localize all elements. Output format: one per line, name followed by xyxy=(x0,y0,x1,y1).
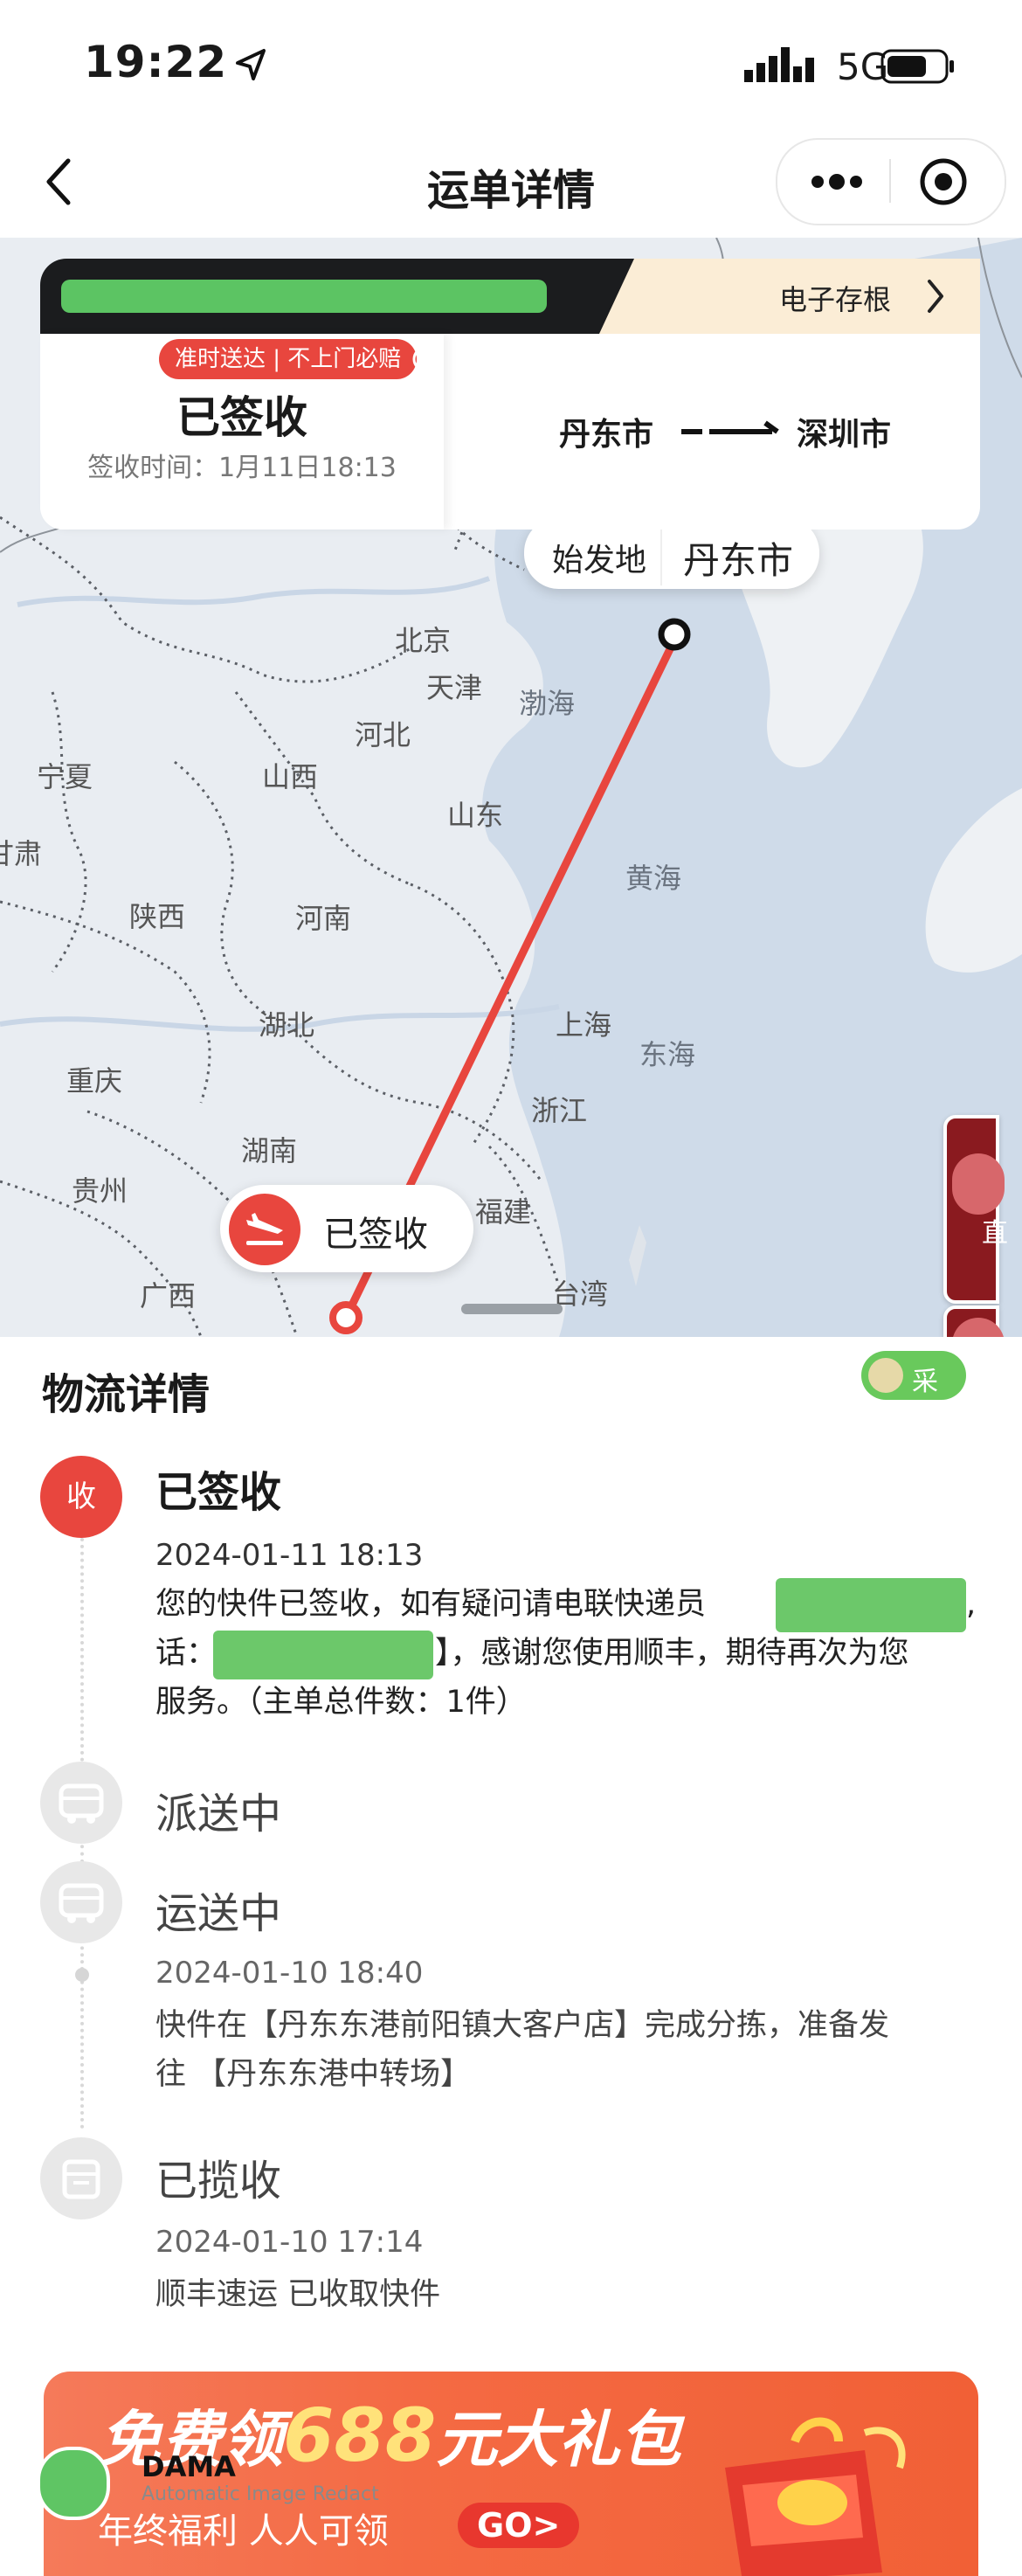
step-desc: 往 【丹东东港中转场】 xyxy=(155,2057,472,2092)
map-label: 黄海 xyxy=(625,862,682,895)
apple-icon xyxy=(952,1153,1005,1215)
step-title: 已签收 xyxy=(155,1468,282,1517)
delivery-status: 已签收 xyxy=(176,392,307,443)
more-dots-icon[interactable] xyxy=(809,166,865,197)
origin-label: 始发地 xyxy=(552,543,647,578)
step-title: 派送中 xyxy=(155,1790,282,1839)
map-label: 渤海 xyxy=(519,687,576,720)
promo-pill-text: 采 xyxy=(912,1367,938,1397)
banner-amount: 688 xyxy=(283,2392,437,2478)
banner-suffix: 元大礼包 xyxy=(436,2404,681,2476)
package-icon xyxy=(62,2159,100,2199)
map-label: 湖北 xyxy=(259,1008,315,1042)
step-desc: 快件在【丹东东港前阳镇大客户店】完成分拣，准备发 xyxy=(155,2008,890,2043)
redacted-phone xyxy=(213,1631,433,1679)
step-desc-punct: , xyxy=(966,1587,977,1622)
step-node-signed: 收 xyxy=(40,1456,122,1538)
map-label: 天津 xyxy=(426,671,483,704)
step-title: 已揽收 xyxy=(155,2157,282,2206)
truck-icon xyxy=(59,1783,104,1824)
side-ad-thumb[interactable]: 直 xyxy=(943,1115,1008,1304)
map-label: 河南 xyxy=(295,902,352,935)
truck-icon xyxy=(59,1883,104,1923)
map-label: 山东 xyxy=(447,799,504,832)
map-label: 湖南 xyxy=(241,1134,298,1167)
gift-box-icon xyxy=(725,2417,906,2576)
plane-landing-icon xyxy=(229,1194,300,1265)
step-title: 运送中 xyxy=(155,1889,282,1938)
to-city: 深圳市 xyxy=(797,417,892,453)
map-label: 河北 xyxy=(355,718,411,751)
timeline-dot xyxy=(75,1968,89,1982)
map-label: 山西 xyxy=(262,760,319,793)
step-desc: 话： xyxy=(155,1636,218,1671)
chevron-right-icon[interactable] xyxy=(922,273,949,320)
step-time: 2024-01-11 18:13 xyxy=(155,1538,424,1573)
map-label: 宁夏 xyxy=(37,760,93,793)
map-label: 东海 xyxy=(639,1038,696,1071)
logistics-title: 物流详情 xyxy=(42,1370,211,1419)
timeline-connector xyxy=(80,1919,84,2129)
map-label: 贵州 xyxy=(72,1174,128,1208)
step-desc: 顺丰速运 已收取快件 xyxy=(155,2277,441,2312)
banner-subtitle: 年终福利 人人可领 xyxy=(98,2511,389,2552)
step-time: 2024-01-10 17:14 xyxy=(155,2225,424,2260)
capsule-divider xyxy=(889,159,891,203)
step-node-delivering xyxy=(40,1762,122,1844)
progress-bar xyxy=(61,280,547,313)
from-city: 丹东市 xyxy=(559,417,654,453)
map-label: 甘肃 xyxy=(0,837,43,870)
map-label: 福建 xyxy=(475,1195,532,1229)
promo-pill[interactable]: 采 xyxy=(861,1351,966,1400)
dama-label: DAMA xyxy=(142,2450,236,2483)
banner-go-button[interactable]: GO> xyxy=(458,2503,580,2548)
map-label: 北京 xyxy=(395,624,452,657)
step-desc: 服务。（主单总件数：1件） xyxy=(155,1685,527,1720)
map-label: 重庆 xyxy=(66,1064,123,1098)
drag-handle[interactable] xyxy=(461,1304,563,1314)
route-arrow-icon xyxy=(681,420,779,434)
step-desc: 】，感谢您使用顺丰，期待再次为您 xyxy=(435,1636,909,1671)
map-label: 上海 xyxy=(556,1008,612,1042)
map-label: 浙江 xyxy=(531,1094,588,1127)
step-node-in-transit xyxy=(40,1861,122,1943)
origin-bubble-divider xyxy=(660,521,662,585)
step-desc: 您的快件已签收，如有疑问请电联快递员 xyxy=(155,1587,707,1622)
miniapp-capsule xyxy=(776,138,1006,225)
watermark-text: Automatic Image Redact xyxy=(142,2483,379,2505)
info-icon[interactable] xyxy=(411,344,440,374)
archive-label[interactable]: 电子存根 xyxy=(779,278,891,318)
map-label: 广西 xyxy=(140,1279,197,1312)
sign-time: 签收时间：1月11日18:13 xyxy=(87,453,397,483)
step-node-picked-up xyxy=(40,2137,122,2219)
map-label: 陕西 xyxy=(129,900,186,933)
target-circle-icon[interactable] xyxy=(917,156,970,208)
origin-city: 丹东市 xyxy=(683,539,794,582)
location-arrow-icon xyxy=(236,49,266,80)
signed-label: 已签收 xyxy=(323,1215,428,1255)
promo-pill-icon xyxy=(868,1358,903,1393)
guarantee-tag[interactable]: 准时送达 | 不上门必赔 xyxy=(159,339,418,379)
timeline-connector xyxy=(80,1538,84,1762)
signal-icon xyxy=(744,47,814,82)
status-time: 19:22 xyxy=(84,37,228,87)
dama-badge xyxy=(37,2447,110,2520)
step-time: 2024-01-10 18:40 xyxy=(155,1956,424,1991)
summary-card: 电子存根 准时送达 | 不上门必赔 已签收 签收时间：1月11日18:13 丹东… xyxy=(40,259,980,530)
redacted-name xyxy=(776,1578,966,1632)
ad-text: 直 xyxy=(982,1218,1008,1249)
battery-icon xyxy=(880,49,954,84)
guarantee-tag-text: 准时送达 | 不上门必赔 xyxy=(175,346,402,372)
